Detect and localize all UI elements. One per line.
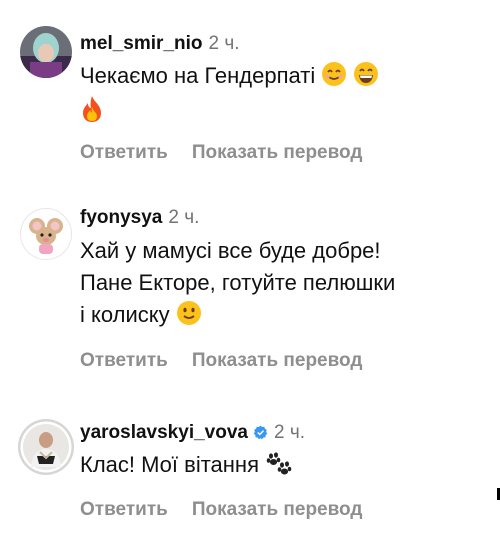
comment-header: fyonysya 2 ч. bbox=[80, 207, 199, 229]
comment-text: Чекаємо на Гендерпаті bbox=[80, 61, 480, 131]
comment-item: mel_smir_nio2 ч. Чекаємо на Гендерпаті bbox=[0, 0, 500, 175]
avatar[interactable] bbox=[17, 418, 75, 476]
reply-button[interactable]: Ответить bbox=[80, 350, 168, 371]
fire-icon bbox=[80, 95, 104, 131]
verified-badge-icon bbox=[253, 424, 268, 440]
comment-actions: Ответить Показать перевод bbox=[80, 499, 362, 521]
comment-actions: Ответить Показать перевод bbox=[80, 142, 362, 164]
comment-header: mel_smir_nio 2 ч. bbox=[80, 33, 240, 55]
comment-text: Клас! Мої вітання bbox=[80, 450, 480, 484]
show-translation-button[interactable]: Показать перевод bbox=[192, 499, 363, 520]
smiling-face-icon bbox=[321, 61, 347, 95]
comment-text: Хай у мамусі все буде добре! Пане Екторе… bbox=[80, 235, 480, 335]
comment-item: yaroslavskyi_vova 2 ч. Клас! Мої вітання bbox=[0, 380, 500, 538]
grinning-face-icon bbox=[353, 61, 379, 95]
comment-header: yaroslavskyi_vova 2 ч. bbox=[80, 422, 305, 444]
comment-text-line: Хай у мамусі все буде добре! bbox=[80, 238, 381, 263]
avatar[interactable] bbox=[20, 208, 72, 260]
reply-button[interactable]: Ответить bbox=[80, 499, 168, 520]
username[interactable]: mel_smir_nio bbox=[80, 33, 203, 54]
comment-item: fyonysya 2 ч. Хай у мамусі все буде добре… bbox=[0, 175, 500, 380]
show-translation-button[interactable]: Показать перевод bbox=[192, 142, 363, 163]
slightly-smiling-face-icon bbox=[176, 300, 202, 335]
comment-text-line: Клас! Мої вітання bbox=[80, 452, 259, 477]
comment-text-line: Чекаємо на Гендерпаті bbox=[80, 63, 316, 88]
paw-prints-icon bbox=[265, 452, 293, 484]
comment-text-line: і колиску bbox=[80, 302, 170, 327]
username[interactable]: yaroslavskyi_vova bbox=[80, 422, 248, 443]
timestamp: 2 ч. bbox=[273, 422, 305, 443]
reply-button[interactable]: Ответить bbox=[80, 142, 168, 163]
comment-actions: Ответить Показать перевод bbox=[80, 350, 362, 372]
username[interactable]: fyonysya bbox=[80, 207, 162, 228]
avatar[interactable] bbox=[20, 26, 72, 78]
comment-text-line: Пане Екторе, готуйте пелюшки bbox=[80, 270, 396, 295]
timestamp: 2 ч. bbox=[208, 33, 240, 54]
show-translation-button[interactable]: Показать перевод bbox=[192, 350, 363, 371]
timestamp: 2 ч. bbox=[168, 207, 200, 228]
